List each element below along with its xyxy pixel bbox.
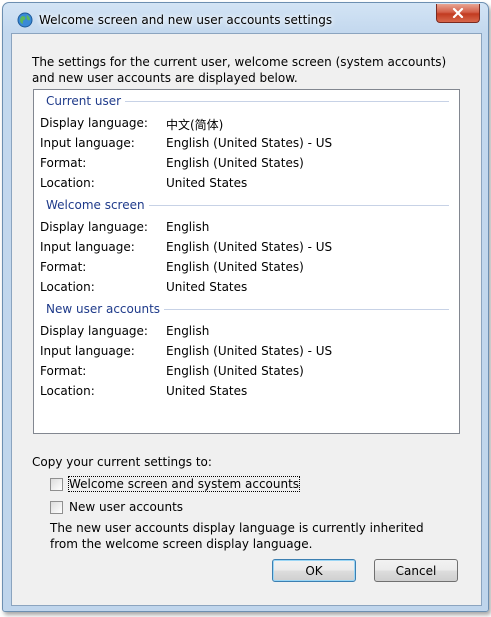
row-label: Format:: [40, 364, 87, 378]
row-value: English (United States) - US: [166, 344, 333, 358]
checkbox-label[interactable]: New user accounts: [69, 500, 183, 514]
row-value: United States: [166, 176, 248, 190]
dialog-window: Welcome screen and new user accounts set…: [2, 2, 489, 612]
checkbox-box[interactable]: [50, 500, 63, 514]
close-button[interactable]: [436, 4, 480, 23]
row-label: Format:: [40, 260, 87, 274]
row-label: Display language:: [40, 116, 148, 130]
row-value: English: [166, 220, 210, 234]
row-label: Input language:: [40, 136, 135, 150]
copy-settings-label: Copy your current settings to:: [32, 455, 212, 469]
inheritance-note: The new user accounts display language i…: [50, 521, 424, 551]
welcome-screen-checkbox[interactable]: Welcome screen and system accounts: [50, 476, 301, 492]
row-label: Input language:: [40, 240, 135, 254]
new-user-accounts-checkbox[interactable]: New user accounts: [50, 500, 183, 514]
row-value: United States: [166, 280, 248, 294]
section-heading-current-user: Current user: [46, 94, 126, 108]
intro-text: The settings for the current user, welco…: [32, 55, 447, 85]
row-value: English (United States) - US: [166, 240, 333, 254]
window-title: Welcome screen and new user accounts set…: [39, 13, 333, 27]
checkbox-label[interactable]: Welcome screen and system accounts: [67, 476, 301, 492]
row-value: English (United States): [166, 156, 304, 170]
row-value: United States: [166, 384, 248, 398]
dialog-body: The settings for the current user, welco…: [11, 33, 482, 606]
section-heading-new-user-accounts: New user accounts: [46, 302, 165, 316]
row-value: 中文(简体): [166, 118, 224, 132]
title-bar[interactable]: Welcome screen and new user accounts set…: [3, 3, 488, 33]
row-value: English: [166, 324, 210, 338]
close-icon: [452, 8, 464, 18]
row-label: Display language:: [40, 220, 148, 234]
settings-panel: Current user Display language: 中文(简体) In…: [33, 89, 460, 434]
ok-button[interactable]: OK: [272, 559, 356, 582]
row-value: English (United States) - US: [166, 136, 333, 150]
row-label: Format:: [40, 156, 87, 170]
row-label: Display language:: [40, 324, 148, 338]
row-label: Location:: [40, 176, 95, 190]
globe-icon: [17, 12, 33, 28]
row-label: Location:: [40, 384, 95, 398]
row-label: Location:: [40, 280, 95, 294]
section-heading-welcome-screen: Welcome screen: [46, 198, 149, 212]
row-value: English (United States): [166, 260, 304, 274]
row-label: Input language:: [40, 344, 135, 358]
row-value: English (United States): [166, 364, 304, 378]
checkbox-box[interactable]: [50, 477, 63, 491]
cancel-button[interactable]: Cancel: [374, 559, 458, 582]
